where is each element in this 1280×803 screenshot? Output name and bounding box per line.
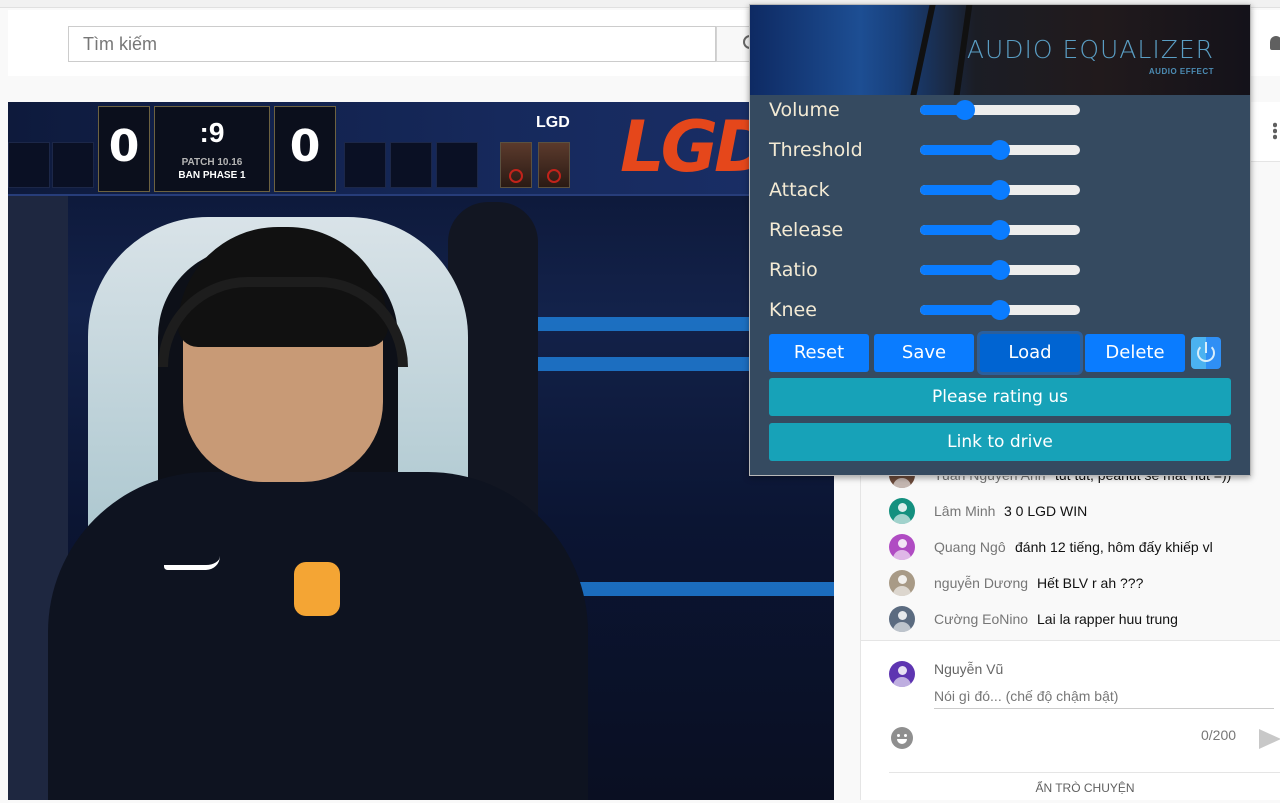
volume-slider[interactable] (920, 100, 1080, 120)
chat-author[interactable]: nguyễn Dương (934, 569, 1028, 597)
stage-light (568, 582, 834, 596)
avatar[interactable] (889, 498, 915, 524)
slider-row-attack: Attack (769, 177, 1089, 207)
equalizer-subtitle: AUDIO EFFECT (1148, 67, 1214, 76)
avatar (889, 661, 915, 687)
search-input[interactable]: Tìm kiếm (68, 26, 716, 62)
chat-text: đánh 12 tiếng, hôm đấy khiếp vl (1015, 539, 1213, 555)
chat-message: Lâm Minh 3 0 LGD WIN (889, 497, 1280, 525)
slider-label: Volume (769, 99, 840, 121)
hide-chat-button[interactable]: ẨN TRÒ CHUYỆN (889, 772, 1280, 801)
avatar[interactable] (889, 570, 915, 596)
chat-text: Hết BLV r ah ??? (1037, 575, 1144, 591)
draft-timer: :9 (199, 117, 225, 148)
brand-logo (164, 556, 220, 570)
chat-text: Lai la rapper huu trung (1037, 611, 1178, 627)
banned-champion-portrait (500, 142, 532, 188)
slider-thumb[interactable] (990, 260, 1010, 280)
equalizer-title: AUDIO EQUALIZER (966, 35, 1214, 64)
team-patch (294, 562, 340, 616)
scoreboard: 0 :9 PATCH 10.16 BAN PHASE 1 0 LGD LGD (8, 102, 834, 196)
timer-cell: :9 PATCH 10.16 BAN PHASE 1 (154, 106, 270, 192)
left-score: 0 (108, 121, 140, 172)
right-score-cell: 0 (274, 106, 336, 192)
chat-message: nguyễn Dương Hết BLV r ah ??? (889, 569, 1280, 597)
slider-fill (920, 185, 1000, 195)
right-score: 0 (289, 121, 321, 172)
slider-row-ratio: Ratio (769, 257, 1089, 287)
slider-fill (920, 225, 1000, 235)
left-score-cell: 0 (98, 106, 150, 192)
ratio-slider[interactable] (920, 260, 1080, 280)
patch-label: PATCH 10.16 (181, 157, 243, 168)
video-player[interactable]: 0 :9 PATCH 10.16 BAN PHASE 1 0 LGD LGD (8, 102, 834, 800)
more-options-icon[interactable] (1273, 122, 1277, 140)
ban-icon (547, 169, 561, 183)
slider-row-knee: Knee (769, 297, 1089, 327)
save-button[interactable]: Save (874, 334, 974, 372)
char-counter: 0/200 (1201, 727, 1237, 743)
chat-input[interactable]: Nói gì đó... (chế độ chậm bật) (934, 685, 1274, 709)
slider-thumb[interactable] (990, 180, 1010, 200)
avatar[interactable] (889, 606, 915, 632)
slider-row-release: Release (769, 217, 1089, 247)
slider-thumb[interactable] (990, 220, 1010, 240)
slider-label: Knee (769, 299, 817, 321)
reset-button[interactable]: Reset (769, 334, 869, 372)
chat-author[interactable]: Lâm Minh (934, 497, 995, 525)
send-icon[interactable] (1259, 729, 1280, 749)
slider-fill (920, 145, 1000, 155)
audio-equalizer-popup: AUDIO EQUALIZER AUDIO EFFECT Volume Thres… (749, 4, 1251, 476)
chat-message: Cường EoNino Lai la rapper huu trung (889, 605, 1280, 633)
slider-label: Ratio (769, 259, 818, 281)
team-logo: LGD (620, 106, 772, 188)
attack-slider[interactable] (920, 180, 1080, 200)
release-slider[interactable] (920, 220, 1080, 240)
phase-label: BAN PHASE 1 (178, 170, 246, 181)
ban-icon (509, 169, 523, 183)
player-body (48, 472, 588, 800)
threshold-slider[interactable] (920, 140, 1080, 160)
emoji-icon[interactable] (891, 727, 913, 749)
equalizer-banner: AUDIO EQUALIZER AUDIO EFFECT (750, 5, 1250, 95)
chat-message: Quang Ngô đánh 12 tiếng, hôm đấy khiếp vl (889, 533, 1280, 561)
slider-label: Release (769, 219, 844, 241)
slider-row-volume: Volume (769, 97, 1089, 127)
slider-thumb[interactable] (990, 140, 1010, 160)
slider-thumb[interactable] (990, 300, 1010, 320)
chat-composer: Nguyễn Vũ Nói gì đó... (chế độ chậm bật)… (861, 640, 1280, 800)
slider-label: Threshold (769, 139, 863, 161)
chat-author[interactable]: Cường EoNino (934, 605, 1028, 633)
load-button[interactable]: Load (980, 334, 1080, 372)
rating-button[interactable]: Please rating us (769, 378, 1231, 416)
delete-button[interactable]: Delete (1085, 334, 1185, 372)
composer-username: Nguyễn Vũ (934, 661, 1004, 677)
knee-slider[interactable] (920, 300, 1080, 320)
slider-fill (920, 305, 1000, 315)
notifications-bell-icon[interactable] (1270, 36, 1280, 50)
chat-author[interactable]: Quang Ngô (934, 533, 1006, 561)
slider-label: Attack (769, 179, 830, 201)
chat-text: 3 0 LGD WIN (1004, 503, 1088, 519)
slider-fill (920, 265, 1000, 275)
power-toggle[interactable] (1191, 337, 1221, 369)
link-to-drive-button[interactable]: Link to drive (769, 423, 1231, 461)
avatar[interactable] (889, 534, 915, 560)
slider-thumb[interactable] (954, 100, 975, 120)
team-name: LGD (536, 114, 570, 131)
slider-row-threshold: Threshold (769, 137, 1089, 167)
banned-champion-portrait (538, 142, 570, 188)
